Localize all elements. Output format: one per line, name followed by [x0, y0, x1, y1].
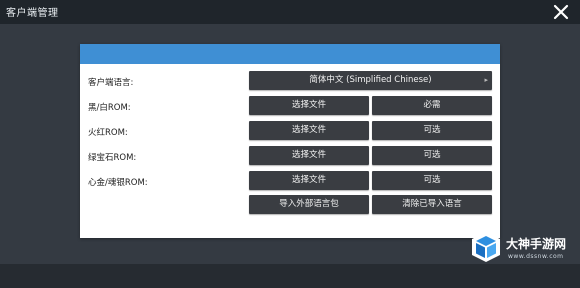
- bw-rom-status: 必需: [372, 96, 492, 115]
- cube-logo-icon: [470, 230, 502, 264]
- firered-rom-choose-file-button[interactable]: 选择文件: [249, 121, 369, 140]
- watermark-url: www.dssnw.com: [508, 253, 564, 260]
- dialog-header: [80, 44, 500, 64]
- language-select-value: 简体中文 (Simplified Chinese): [309, 75, 432, 85]
- bw-rom-label: 黑/白ROM:: [88, 103, 131, 113]
- bw-rom-choose-file-button[interactable]: 选择文件: [249, 96, 369, 115]
- hgss-rom-status: 可选: [372, 171, 492, 190]
- close-icon[interactable]: [552, 3, 570, 21]
- import-language-pack-button[interactable]: 导入外部语言包: [249, 195, 369, 214]
- emerald-rom-status: 可选: [372, 146, 492, 165]
- window-title: 客户端管理: [6, 8, 59, 19]
- language-label: 客户端语言:: [88, 78, 134, 88]
- chevron-right-icon: ▸: [484, 76, 488, 84]
- watermark-name: 大神手游网: [506, 237, 567, 251]
- title-bar: 客户端管理: [0, 0, 580, 24]
- emerald-rom-label: 绿宝石ROM:: [88, 153, 137, 163]
- firered-rom-label: 火红ROM:: [88, 128, 128, 138]
- clear-imported-language-button[interactable]: 清除已导入语言: [372, 195, 492, 214]
- client-management-dialog: 客户端语言: 简体中文 (Simplified Chinese) ▸ 黑/白RO…: [80, 44, 500, 238]
- watermark: 大神手游网 www.dssnw.com: [470, 228, 574, 268]
- language-select[interactable]: 简体中文 (Simplified Chinese) ▸: [249, 71, 492, 90]
- hgss-rom-choose-file-button[interactable]: 选择文件: [249, 171, 369, 190]
- firered-rom-status: 可选: [372, 121, 492, 140]
- emerald-rom-choose-file-button[interactable]: 选择文件: [249, 146, 369, 165]
- hgss-rom-label: 心金/魂银ROM:: [88, 178, 148, 188]
